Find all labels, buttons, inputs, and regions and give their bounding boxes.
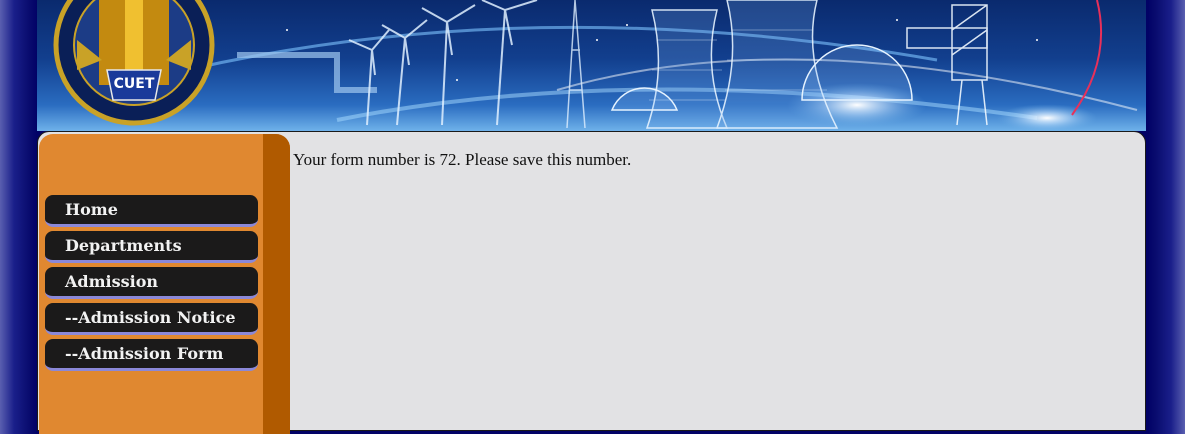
form-number-message: Your form number is 72. Please save this… bbox=[293, 150, 632, 169]
nav-item-admission[interactable]: Admission bbox=[45, 267, 258, 299]
header-banner: CUET bbox=[37, 0, 1146, 131]
sidebar: Home Departments Admission --Admission N… bbox=[39, 134, 290, 434]
nav-item-admission-notice[interactable]: --Admission Notice bbox=[45, 303, 258, 335]
banner-artwork bbox=[53, 0, 1138, 131]
logo-text: CUET bbox=[113, 76, 155, 92]
sidebar-edge bbox=[263, 134, 290, 434]
cuet-logo bbox=[53, 0, 215, 126]
nav-item-admission-form[interactable]: --Admission Form bbox=[45, 339, 258, 371]
sidebar-nav: Home Departments Admission --Admission N… bbox=[45, 195, 258, 375]
nav-item-departments[interactable]: Departments bbox=[45, 231, 258, 263]
nav-item-home[interactable]: Home bbox=[45, 195, 258, 227]
